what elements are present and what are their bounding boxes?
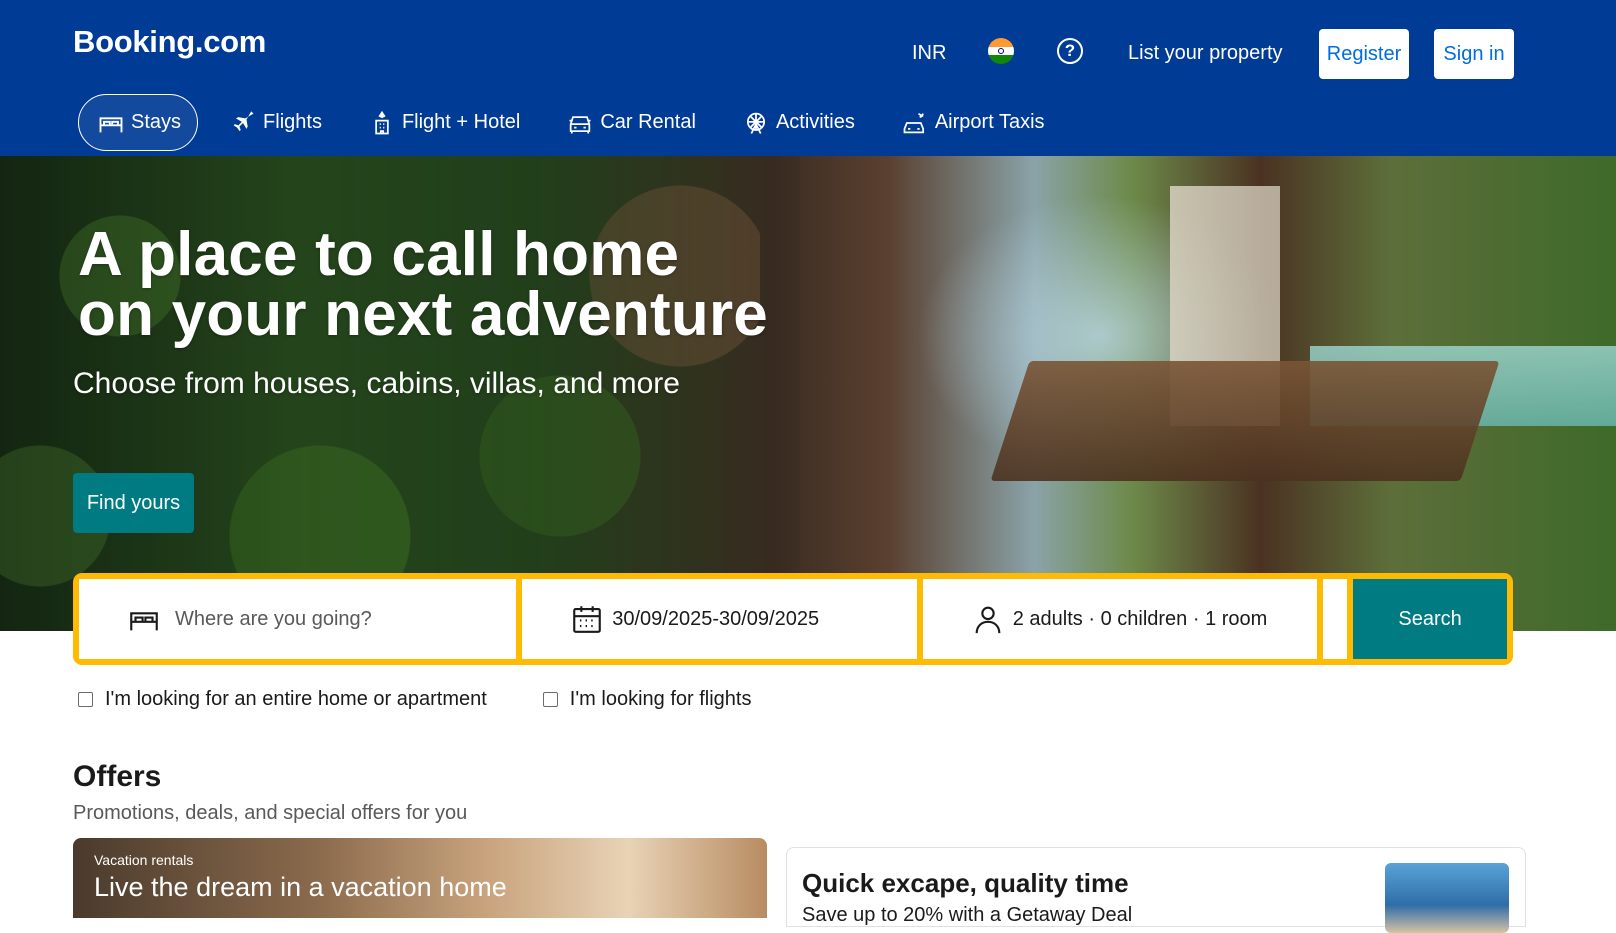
tab-label: Activities <box>775 111 855 133</box>
ferris-wheel-icon <box>746 112 765 134</box>
tab-label: Flights <box>263 111 322 133</box>
booking-logo[interactable]: Booking.com <box>73 24 266 60</box>
sign-in-button[interactable]: Sign in <box>1434 29 1514 79</box>
bed-icon <box>130 612 158 631</box>
checkbox-label: I'm looking for flights <box>569 688 752 710</box>
occupancy-selector[interactable]: 2 adults · 0 children · 1 room <box>922 579 1318 659</box>
offers-heading: Offers <box>73 760 162 793</box>
getaway-deal-offer-card[interactable]: Quick excape, quality time Save up to 20… <box>786 847 1526 933</box>
find-yours-button[interactable]: Find yours <box>73 473 194 533</box>
occupancy-value: 2 adults · 0 children · 1 room <box>1012 607 1268 630</box>
car-icon <box>569 115 591 133</box>
tab-label: Flight + Hotel <box>401 111 521 133</box>
bed-icon <box>99 116 123 132</box>
hero-table <box>990 361 1500 481</box>
offer-title: Live the dream in a vacation home <box>94 872 507 902</box>
tab-airport-taxis[interactable]: Airport Taxis <box>886 94 1060 151</box>
search-bar: Where are you going? 30/09/2025-30/09/20… <box>73 573 1513 665</box>
destination-input[interactable]: Where are you going? <box>175 608 372 631</box>
search-spacer <box>1323 579 1348 659</box>
calendar-icon <box>573 606 602 633</box>
tab-stays[interactable]: Stays <box>78 94 199 151</box>
india-flag-icon[interactable] <box>988 38 1014 64</box>
tab-label: Stays <box>131 111 182 133</box>
search-button[interactable]: Search <box>1353 579 1508 659</box>
checkbox-box[interactable] <box>78 692 93 707</box>
offer-thumbnail-image <box>1385 863 1509 933</box>
tab-flight-hotel[interactable]: Flight + Hotel <box>353 94 535 151</box>
tab-car-rental[interactable]: Car Rental <box>551 94 711 151</box>
tab-label: Car Rental <box>600 111 696 133</box>
offers-subheading: Promotions, deals, and special offers fo… <box>73 802 468 824</box>
date-picker[interactable]: 30/09/2025-30/09/2025 <box>522 579 917 659</box>
vacation-rentals-offer-card[interactable]: Vacation rentals Live the dream in a vac… <box>73 838 767 918</box>
product-nav: Stays Flights Flight + Hotel Car Rental … <box>78 94 1076 151</box>
offer-subtitle: Save up to 20% with a Getaway Deal <box>802 904 1133 926</box>
hero-title-line-1: A place to call home <box>78 220 680 289</box>
destination-field[interactable]: Where are you going? <box>79 579 517 659</box>
checkbox-label: I'm looking for an entire home or apartm… <box>105 688 487 710</box>
hero-title: A place to call home on your next advent… <box>78 220 768 349</box>
list-property-link[interactable]: List your property <box>1128 42 1283 65</box>
taxi-icon <box>903 112 924 133</box>
search-options: I'm looking for an entire home or apartm… <box>78 688 807 711</box>
tab-activities[interactable]: Activities <box>727 94 870 151</box>
tab-label: Airport Taxis <box>934 111 1045 133</box>
plane-icon <box>233 110 254 131</box>
tab-flights[interactable]: Flights <box>214 94 337 151</box>
entire-home-checkbox[interactable]: I'm looking for an entire home or apartm… <box>78 688 487 711</box>
flight-hotel-icon <box>375 110 389 134</box>
checkbox-box[interactable] <box>542 692 558 707</box>
help-icon[interactable]: ? <box>1057 38 1083 64</box>
hero-subtitle: Choose from houses, cabins, villas, and … <box>73 367 680 400</box>
offer-title: Quick excape, quality time <box>802 868 1129 898</box>
person-icon <box>975 606 1001 634</box>
top-header: Booking.com INR ? List your property Reg… <box>0 0 1616 156</box>
hero-title-line-2: on your next adventure <box>78 280 768 349</box>
offer-tag: Vacation rentals <box>94 852 194 868</box>
flights-checkbox[interactable]: I'm looking for flights <box>542 688 752 711</box>
dates-value: 30/09/2025-30/09/2025 <box>612 607 820 630</box>
register-button[interactable]: Register <box>1319 29 1409 79</box>
currency-selector[interactable]: INR <box>912 42 946 65</box>
